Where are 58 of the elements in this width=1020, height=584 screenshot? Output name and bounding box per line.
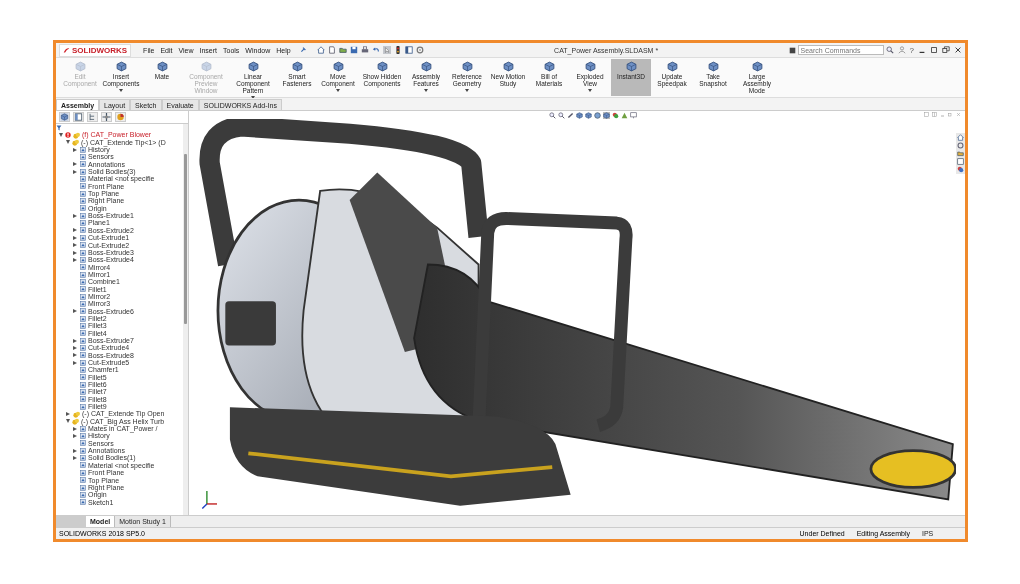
cube-icon bbox=[291, 61, 303, 72]
home-icon[interactable] bbox=[316, 46, 325, 54]
search-icon[interactable] bbox=[885, 46, 894, 54]
cube-icon bbox=[502, 61, 514, 72]
maximize-icon[interactable] bbox=[930, 46, 938, 54]
print-icon[interactable] bbox=[360, 46, 369, 54]
list-icon[interactable] bbox=[73, 112, 84, 122]
tree-icon[interactable] bbox=[87, 112, 98, 122]
monitor-icon[interactable] bbox=[630, 112, 637, 119]
home-icon[interactable] bbox=[957, 134, 964, 141]
pie-icon[interactable] bbox=[115, 112, 126, 122]
filter-icon[interactable] bbox=[56, 124, 62, 131]
close-icon[interactable] bbox=[954, 46, 962, 54]
scrollbar[interactable] bbox=[183, 124, 188, 515]
cube-icon bbox=[751, 61, 763, 72]
save-icon[interactable] bbox=[349, 46, 358, 54]
help-button[interactable]: ? bbox=[909, 45, 914, 55]
caret-icon[interactable] bbox=[66, 412, 70, 417]
traffic-light-icon[interactable] bbox=[393, 46, 402, 54]
restore-icon[interactable] bbox=[942, 46, 950, 54]
pin-icon[interactable] bbox=[298, 46, 307, 54]
cube-icon bbox=[584, 61, 596, 72]
cube-icon[interactable] bbox=[603, 112, 610, 119]
page-icon[interactable] bbox=[327, 46, 336, 54]
cube-icon[interactable] bbox=[576, 112, 583, 119]
folder-icon[interactable] bbox=[957, 150, 964, 157]
cube-icon bbox=[74, 61, 86, 72]
ds-logo-icon bbox=[63, 46, 70, 54]
folder-icon[interactable] bbox=[338, 46, 347, 54]
cube-icon bbox=[625, 61, 637, 72]
zoom-fit-icon[interactable] bbox=[549, 112, 556, 119]
gear-icon[interactable] bbox=[957, 142, 964, 149]
cube-icon bbox=[376, 61, 388, 72]
palette-icon[interactable] bbox=[612, 112, 619, 119]
cube-icon bbox=[247, 61, 259, 72]
cube-icon bbox=[666, 61, 678, 72]
pencil-icon[interactable] bbox=[567, 112, 574, 119]
logo-text: SOLIDWORKS bbox=[72, 45, 128, 55]
zoom-area-icon[interactable] bbox=[558, 112, 565, 119]
cube-icon bbox=[543, 61, 555, 72]
settings-icon[interactable] bbox=[415, 46, 424, 54]
error-icon bbox=[65, 132, 71, 138]
panel-icon[interactable] bbox=[404, 46, 413, 54]
cube-icon bbox=[332, 61, 344, 72]
globe-icon[interactable] bbox=[594, 112, 601, 119]
cube-icon bbox=[200, 61, 212, 72]
cube-icon bbox=[156, 61, 168, 72]
cube-icon bbox=[115, 61, 127, 72]
palette-icon[interactable] bbox=[957, 166, 964, 173]
cube-icon bbox=[707, 61, 719, 72]
command-icon bbox=[788, 46, 796, 54]
undo-icon[interactable] bbox=[371, 46, 380, 54]
list-icon[interactable] bbox=[957, 158, 964, 165]
cube-icon[interactable] bbox=[585, 112, 592, 119]
cube-icon bbox=[420, 61, 432, 72]
crosshair-icon[interactable] bbox=[101, 112, 112, 122]
cube-icon bbox=[461, 61, 473, 72]
axis-triad-icon bbox=[201, 490, 218, 510]
